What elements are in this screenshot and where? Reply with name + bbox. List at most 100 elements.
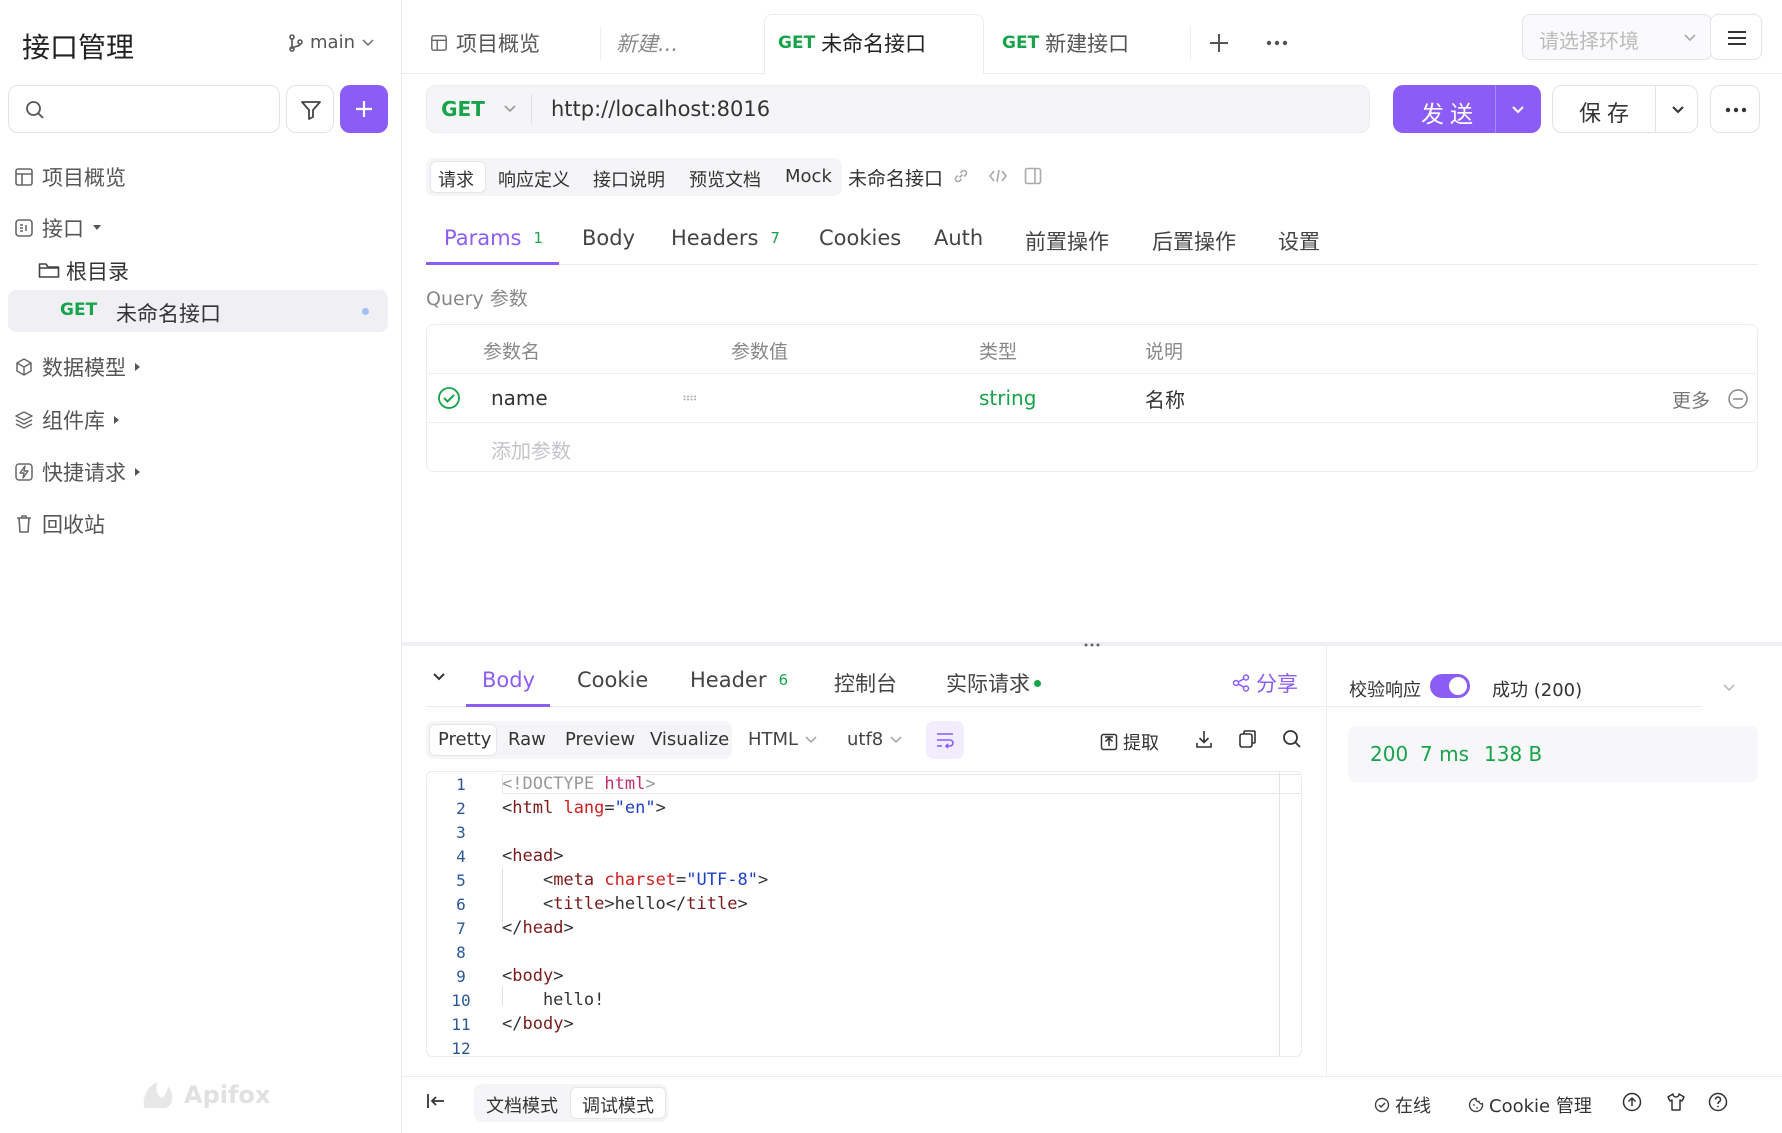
view-mode-visualize[interactable]: Visualize bbox=[650, 729, 729, 750]
tab-overview[interactable]: 项目概览 bbox=[430, 14, 600, 72]
line-number: 4 bbox=[456, 847, 466, 866]
endpoint-name[interactable]: 未命名接口 bbox=[848, 164, 943, 191]
chevron-down-icon[interactable] bbox=[1511, 105, 1525, 115]
param-desc[interactable]: 名称 bbox=[1145, 384, 1185, 413]
tab-body[interactable]: Body bbox=[582, 226, 635, 250]
more-button[interactable] bbox=[1710, 85, 1760, 133]
line-number: 7 bbox=[456, 919, 466, 938]
param-name[interactable]: name bbox=[491, 386, 548, 410]
tab-new-endpoint[interactable]: GET 新建接口 bbox=[1002, 14, 1182, 72]
sidebar-item-trash[interactable]: 回收站 bbox=[14, 509, 105, 539]
sub-tab-mock[interactable]: Mock bbox=[785, 166, 832, 187]
share-button[interactable]: 分享 bbox=[1232, 668, 1298, 698]
cookie-manager-button[interactable]: Cookie 管理 bbox=[1468, 1092, 1592, 1118]
debug-mode-button[interactable]: 调试模式 bbox=[582, 1092, 654, 1118]
help-circle-icon[interactable] bbox=[1708, 1092, 1728, 1112]
filter-button[interactable] bbox=[286, 85, 334, 133]
tab-settings[interactable]: 设置 bbox=[1278, 226, 1320, 256]
sub-tab-response-def[interactable]: 响应定义 bbox=[498, 166, 570, 192]
collapse-left-icon[interactable] bbox=[426, 1092, 446, 1110]
check-circle-icon[interactable] bbox=[437, 386, 461, 410]
sidebar-item-models[interactable]: 数据模型 bbox=[14, 352, 142, 382]
download-icon[interactable] bbox=[1194, 729, 1214, 749]
view-mode-preview[interactable]: Preview bbox=[565, 729, 635, 750]
view-mode-raw[interactable]: Raw bbox=[508, 729, 546, 750]
send-button[interactable]: 发送 bbox=[1393, 85, 1541, 133]
response-tab-cookie[interactable]: Cookie bbox=[577, 668, 648, 692]
more-link[interactable]: 更多 bbox=[1672, 386, 1710, 413]
link-icon[interactable] bbox=[952, 167, 970, 185]
line-number: 11 bbox=[451, 1015, 471, 1034]
add-button[interactable] bbox=[340, 85, 388, 133]
sidebar-item-api[interactable]: 接口 bbox=[14, 213, 102, 243]
tab-headers[interactable]: Headers 7 bbox=[671, 226, 780, 250]
chevron-down-icon[interactable] bbox=[432, 672, 446, 682]
sidebar-item-overview[interactable]: 项目概览 bbox=[14, 162, 126, 192]
sub-tab-api-desc[interactable]: 接口说明 bbox=[593, 166, 665, 192]
code-scrollbar-track[interactable] bbox=[1279, 772, 1280, 1056]
env-select[interactable]: 请选择环境 bbox=[1522, 14, 1712, 60]
sub-tab-request[interactable]: 请求 bbox=[438, 166, 474, 192]
sidebar-endpoint-item[interactable]: GET 未命名接口 bbox=[8, 290, 388, 332]
drag-handle-icon[interactable] bbox=[683, 395, 697, 401]
validate-status-select[interactable]: 成功 (200) bbox=[1492, 676, 1582, 702]
chevron-down-icon[interactable] bbox=[1722, 683, 1736, 693]
sidebar-folder-root[interactable]: 根目录 bbox=[38, 256, 129, 286]
sidebar-item-components[interactable]: 组件库 bbox=[14, 405, 121, 435]
caret-right-icon bbox=[135, 363, 140, 371]
copy-icon[interactable] bbox=[1238, 729, 1258, 749]
encoding-select[interactable]: utf8 bbox=[847, 729, 903, 750]
response-tab-header[interactable]: Header 6 bbox=[690, 668, 788, 692]
minus-circle-icon[interactable] bbox=[1727, 388, 1749, 410]
wrap-toggle[interactable] bbox=[926, 721, 964, 759]
main-panel: 项目概览 新建... GET 未命名接口 GET 新建接口 请选择环境 GET … bbox=[402, 0, 1782, 1133]
code-icon[interactable] bbox=[988, 167, 1008, 185]
caret-down-icon bbox=[93, 225, 101, 230]
tab-cookies[interactable]: Cookies bbox=[819, 226, 901, 250]
sidebar-title: 接口管理 bbox=[22, 31, 135, 64]
share-label: 分享 bbox=[1256, 672, 1298, 696]
online-status[interactable]: 在线 bbox=[1374, 1092, 1431, 1118]
doc-mode-button[interactable]: 文档模式 bbox=[486, 1092, 558, 1118]
tab-post-ops[interactable]: 后置操作 bbox=[1152, 226, 1236, 256]
tab-label: Header bbox=[690, 668, 767, 692]
sub-tab-preview-doc[interactable]: 预览文档 bbox=[689, 166, 761, 192]
view-mode-pretty[interactable]: Pretty bbox=[438, 729, 491, 750]
drag-dots-icon[interactable] bbox=[1084, 643, 1100, 647]
more-horizontal-icon[interactable] bbox=[1266, 40, 1288, 46]
shirt-icon[interactable] bbox=[1666, 1092, 1686, 1112]
code-viewer[interactable]: 1 2 3 4 5 6 7 8 9 10 11 12 <!DOCTYPE htm… bbox=[426, 771, 1302, 1057]
chevron-down-icon[interactable] bbox=[1671, 105, 1685, 115]
tab-new[interactable]: 新建... bbox=[616, 14, 766, 72]
cookie-manager-label: Cookie 管理 bbox=[1489, 1096, 1592, 1117]
tab-pre-ops[interactable]: 前置操作 bbox=[1025, 226, 1109, 256]
apifox-logo-icon bbox=[143, 1082, 173, 1108]
validate-toggle[interactable] bbox=[1430, 674, 1470, 698]
split-panel-icon[interactable] bbox=[1024, 167, 1042, 185]
tab-untitled-endpoint[interactable]: GET 未命名接口 bbox=[778, 14, 978, 72]
extract-button[interactable]: 提取 bbox=[1100, 729, 1159, 755]
check-circle-icon bbox=[1374, 1097, 1390, 1113]
url-input[interactable]: http://localhost:8016 bbox=[551, 97, 770, 121]
param-type[interactable]: string bbox=[979, 386, 1036, 410]
response-tab-body[interactable]: Body bbox=[482, 668, 535, 692]
method-badge: GET bbox=[778, 33, 816, 53]
tab-auth[interactable]: Auth bbox=[934, 226, 983, 250]
save-button[interactable]: 保存 bbox=[1552, 85, 1698, 133]
plus-icon[interactable] bbox=[1208, 32, 1230, 54]
search-input[interactable] bbox=[8, 85, 280, 133]
search-icon[interactable] bbox=[1282, 729, 1302, 749]
add-param-input[interactable]: 添加参数 bbox=[491, 435, 571, 464]
method-select[interactable]: GET bbox=[427, 86, 531, 132]
save-label: 保存 bbox=[1579, 102, 1636, 127]
tab-params[interactable]: Params 1 bbox=[444, 226, 543, 250]
unsaved-dot bbox=[362, 308, 369, 315]
upload-circle-icon[interactable] bbox=[1622, 1092, 1642, 1112]
row-divider bbox=[427, 422, 1757, 423]
menu-button[interactable] bbox=[1710, 14, 1762, 60]
response-tab-console[interactable]: 控制台 bbox=[834, 668, 897, 698]
format-select[interactable]: HTML bbox=[748, 729, 818, 750]
branch-selector[interactable]: main bbox=[288, 32, 375, 53]
response-tab-actual-request[interactable]: 实际请求 bbox=[946, 668, 1041, 698]
sidebar-item-quick-requests[interactable]: 快捷请求 bbox=[14, 457, 142, 487]
